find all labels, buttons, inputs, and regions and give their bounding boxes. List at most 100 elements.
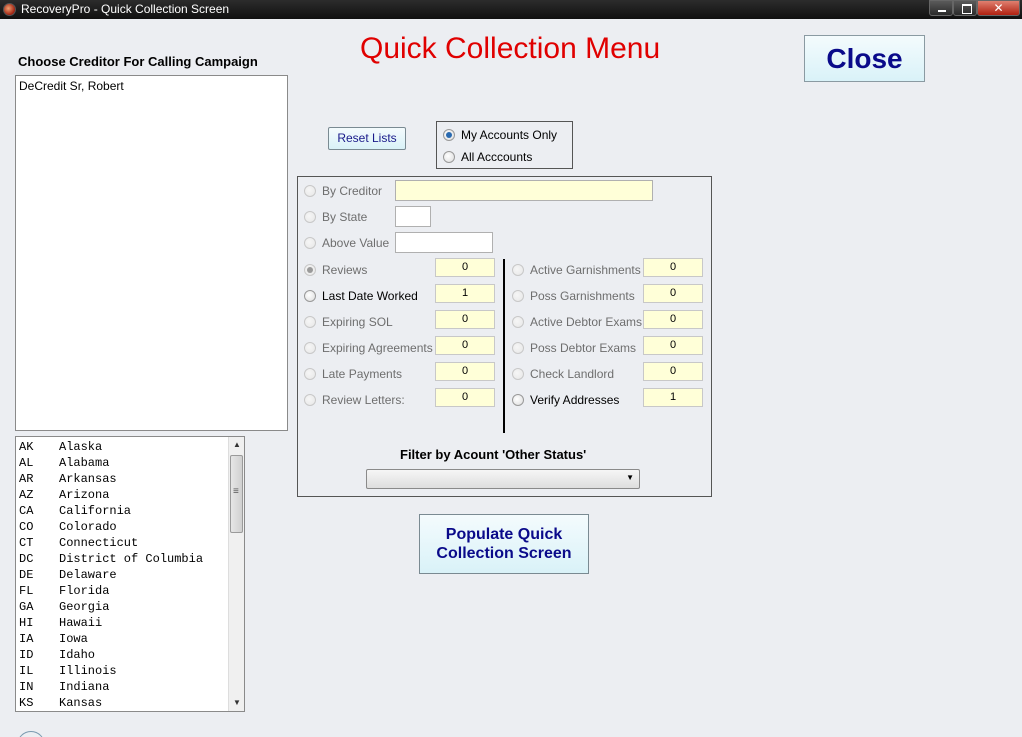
state-code: IL — [19, 664, 34, 678]
right-filter-radio[interactable] — [512, 264, 524, 276]
my-accounts-radio[interactable] — [443, 129, 455, 141]
state-code: DC — [19, 552, 34, 566]
left-filter-radio[interactable] — [304, 394, 316, 406]
left-filter-radio[interactable] — [304, 342, 316, 354]
state-name: Alaska — [59, 440, 103, 454]
all-accounts-radio[interactable] — [443, 151, 455, 163]
reset-lists-button[interactable]: Reset Lists — [328, 127, 406, 150]
scroll-down-icon[interactable]: ▼ — [229, 695, 244, 711]
right-filter-count: 0 — [643, 336, 703, 355]
state-list-item[interactable]: FL Florida — [16, 583, 228, 599]
by-state-radio[interactable] — [304, 211, 316, 223]
left-filter-count: 0 — [435, 362, 495, 381]
left-filter-count: 0 — [435, 258, 495, 277]
right-filter-radio[interactable] — [512, 316, 524, 328]
other-status-label: Filter by Acount 'Other Status' — [400, 447, 587, 462]
right-filter-label: Check Landlord — [530, 367, 615, 381]
state-code: AL — [19, 456, 34, 470]
state-list-item[interactable]: AL Alabama — [16, 455, 228, 471]
state-code: IN — [19, 680, 34, 694]
state-list-item[interactable]: IA Iowa — [16, 631, 228, 647]
state-code: IA — [19, 632, 34, 646]
by-creditor-input[interactable] — [395, 180, 653, 201]
state-list-item[interactable]: IL Illinois — [16, 663, 228, 679]
state-code: FL — [19, 584, 34, 598]
chevron-down-icon: ▼ — [626, 473, 634, 482]
right-filter-radio[interactable] — [512, 342, 524, 354]
close-button[interactable]: Close — [804, 35, 925, 82]
other-status-dropdown[interactable]: ▼ — [366, 469, 640, 489]
right-filter-label: Active Garnishments — [530, 263, 641, 277]
left-filter-label: Reviews — [322, 263, 368, 277]
left-filter-label: Last Date Worked — [322, 289, 418, 303]
left-filter-count: 0 — [435, 336, 495, 355]
right-filter-count: 0 — [643, 362, 703, 381]
state-name: Iowa — [59, 632, 88, 646]
state-code: HI — [19, 616, 34, 630]
state-name: Kansas — [59, 696, 103, 710]
left-filter-label: Expiring Agreements — [322, 341, 433, 355]
state-name: Hawaii — [59, 616, 103, 630]
above-value-input[interactable] — [395, 232, 493, 253]
by-creditor-label: By Creditor — [322, 184, 383, 198]
state-list-item[interactable]: CO Colorado — [16, 519, 228, 535]
left-filter-radio[interactable] — [304, 290, 316, 302]
state-list-item[interactable]: IN Indiana — [16, 679, 228, 695]
right-filter-count: 0 — [643, 310, 703, 329]
right-filter-radio[interactable] — [512, 368, 524, 380]
maximize-button[interactable] — [953, 0, 977, 16]
state-listbox[interactable]: AK Alaska AL Alabama AR Arkansas AZ Arizona CA Ca… — [15, 436, 245, 712]
state-code: CT — [19, 536, 34, 550]
state-name: Indiana — [59, 680, 110, 694]
right-filter-count: 1 — [643, 388, 703, 407]
state-code: GA — [19, 600, 34, 614]
state-list-item[interactable]: DE Delaware — [16, 567, 228, 583]
app-icon — [3, 3, 16, 16]
right-filter-label: Verify Addresses — [530, 393, 620, 407]
right-filter-label: Poss Garnishments — [530, 289, 635, 303]
minimize-button[interactable] — [929, 0, 953, 16]
state-code: CO — [19, 520, 34, 534]
state-list-item[interactable]: KS Kansas — [16, 695, 228, 711]
above-value-label: Above Value — [322, 236, 390, 250]
creditor-item[interactable]: DeCredit Sr, Robert — [19, 79, 124, 93]
title-bar: RecoveryPro - Quick Collection Screen ✕ — [0, 0, 1022, 19]
state-name: Delaware — [59, 568, 117, 582]
state-list-item[interactable]: DC District of Columbia — [16, 551, 228, 567]
left-filter-radio[interactable] — [304, 316, 316, 328]
left-filter-label: Expiring SOL — [322, 315, 393, 329]
state-list-item[interactable]: AZ Arizona — [16, 487, 228, 503]
state-code: AZ — [19, 488, 34, 502]
right-filter-radio[interactable] — [512, 290, 524, 302]
state-name: Arizona — [59, 488, 110, 502]
state-code: ID — [19, 648, 34, 662]
state-list-item[interactable]: ID Idaho — [16, 647, 228, 663]
creditor-list-heading: Choose Creditor For Calling Campaign — [18, 54, 258, 69]
populate-quick-collection-button[interactable]: Populate Quick Collection Screen — [419, 514, 589, 574]
by-creditor-radio[interactable] — [304, 185, 316, 197]
state-list-item[interactable]: CA California — [16, 503, 228, 519]
creditor-listbox[interactable]: DeCredit Sr, Robert — [15, 75, 288, 431]
state-list-item[interactable]: AR Arkansas — [16, 471, 228, 487]
state-name: Alabama — [59, 456, 110, 470]
scroll-up-icon[interactable]: ▲ — [229, 437, 244, 453]
by-state-input[interactable] — [395, 206, 431, 227]
right-filter-label: Poss Debtor Exams — [530, 341, 637, 355]
state-list-scrollbar[interactable]: ▲ ▼ — [228, 437, 244, 711]
state-list-item[interactable]: AK Alaska — [16, 439, 228, 455]
above-value-radio[interactable] — [304, 237, 316, 249]
scroll-thumb[interactable] — [230, 455, 243, 533]
left-filter-radio[interactable] — [304, 368, 316, 380]
state-code: AK — [19, 440, 34, 454]
state-list-item[interactable]: CT Connecticut — [16, 535, 228, 551]
right-filter-radio[interactable] — [512, 394, 524, 406]
my-accounts-label: My Accounts Only — [461, 128, 558, 142]
window-title: RecoveryPro - Quick Collection Screen — [21, 2, 230, 16]
left-filter-radio[interactable] — [304, 264, 316, 276]
window-close-button[interactable]: ✕ — [977, 0, 1020, 16]
corner-decoration — [17, 731, 45, 737]
state-list-item[interactable]: HI Hawaii — [16, 615, 228, 631]
state-list-item[interactable]: GA Georgia — [16, 599, 228, 615]
state-name: Idaho — [59, 648, 96, 662]
by-state-label: By State — [322, 210, 368, 224]
